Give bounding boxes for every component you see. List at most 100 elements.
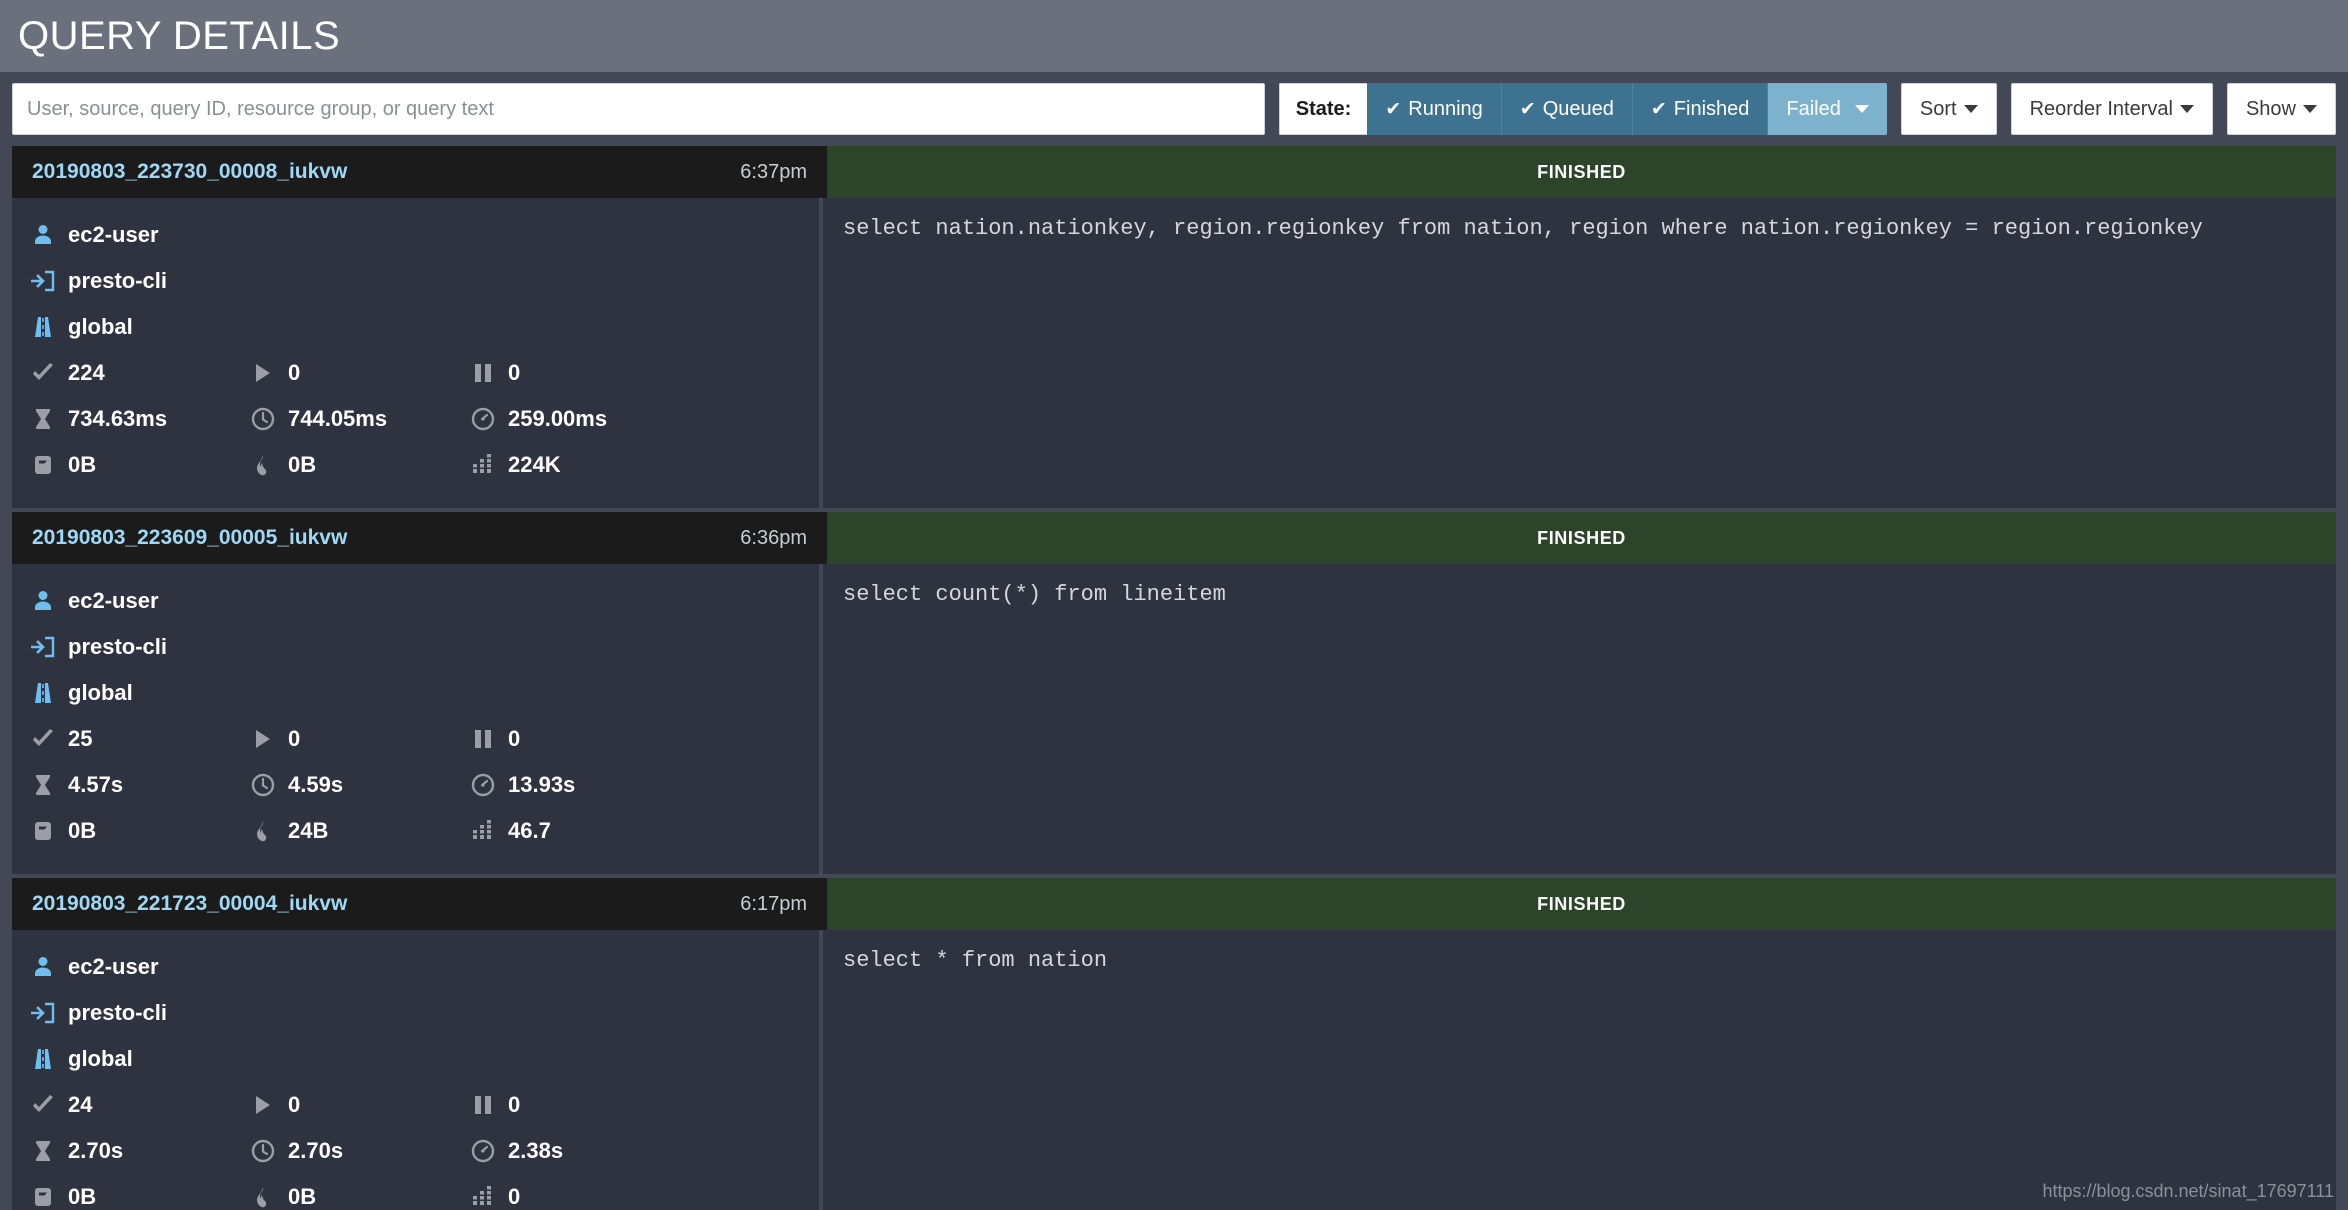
wall-time-value: 2.70s [68,1138,124,1163]
sign-in-icon [30,634,56,660]
rows-value: 224K [508,452,561,477]
query-timestamp: 6:17pm [740,892,807,915]
reorder-interval-menu-button[interactable]: Reorder Interval [2010,83,2213,135]
query-info-panel: ec2-user presto-cli global [12,564,823,874]
wall-time-cell: 734.63ms [30,406,250,432]
current-memory-cell: 0B [30,452,250,478]
query-splits-row: 224 0 0 [30,350,819,396]
current-memory-value: 0B [68,1184,97,1209]
query-user-row: ec2-user [30,578,819,624]
completed-splits-cell: 25 [30,726,250,752]
query-sql-text: select count(*) from lineitem [823,564,2336,874]
scale-icon [30,1184,56,1210]
tachometer-icon [470,406,496,432]
check-icon [30,726,56,752]
query-card-body: ec2-user presto-cli global [12,198,2336,508]
signal-bars-icon [470,818,496,844]
state-filter-finished-label: Finished [1673,97,1750,120]
wall-time-cell: 2.70s [30,1138,250,1164]
sort-menu-button[interactable]: Sort [1900,83,1997,135]
state-filter-queued[interactable]: ✔ Queued [1501,83,1633,135]
queued-splits-cell: 0 [470,1092,690,1118]
check-icon: ✔ [1519,98,1536,120]
query-splits-row: 25 0 0 [30,716,819,762]
query-status-badge: FINISHED [827,146,2336,198]
query-id-link[interactable]: 20190803_223609_00005_iukvw [32,526,347,550]
query-id-link[interactable]: 20190803_221723_00004_iukvw [32,892,347,916]
cumulative-memory-value: 24B [288,818,329,843]
query-card-body: ec2-user presto-cli global [12,564,2336,874]
query-timestamp: 6:37pm [740,160,807,183]
cumulative-memory-cell: 0B [250,1184,470,1210]
query-info-panel: ec2-user presto-cli global [12,198,823,508]
state-filter-failed[interactable]: Failed [1768,83,1887,135]
current-memory-cell: 0B [30,818,250,844]
user-icon [30,222,56,248]
rows-value: 46.7 [508,818,551,843]
chevron-down-icon [2179,105,2194,113]
state-filter-running-label: Running [1408,97,1483,120]
check-icon: ✔ [1385,98,1402,120]
query-source-value: presto-cli [68,1000,168,1025]
wall-time-value: 4.57s [68,772,124,797]
query-sql-text: select nation.nationkey, region.regionke… [823,198,2336,508]
wall-time-cell: 4.57s [30,772,250,798]
query-resource-group-value: global [68,1046,133,1071]
chevron-down-icon [2303,105,2317,113]
elapsed-time-value: 259.00ms [508,406,608,431]
chevron-down-icon [1854,105,1869,113]
pause-icon [470,360,496,386]
query-resource-group-row: global [30,670,819,716]
fire-icon [250,1184,276,1210]
road-icon [30,680,56,706]
cumulative-memory-cell: 24B [250,818,470,844]
query-memory-row: 0B 0B 224K [30,442,819,488]
running-splits-cell: 0 [250,360,470,386]
elapsed-time-cell: 2.38s [470,1138,690,1164]
cpu-time-cell: 744.05ms [250,406,470,432]
query-resource-group-row: global [30,304,819,350]
query-times-row: 734.63ms 744.05ms 259.00ms [30,396,819,442]
signal-bars-icon [470,452,496,478]
query-times-row: 2.70s 2.70s 2.38s [30,1128,819,1174]
toolbar: State: ✔ Running ✔ Queued ✔ Finished Fai… [0,72,2348,146]
check-icon [30,1092,56,1118]
search-wrapper [12,83,1279,135]
chevron-down-icon [1963,105,1978,113]
query-source-row: presto-cli [30,258,819,304]
sign-in-icon [30,268,56,294]
state-filter-running[interactable]: ✔ Running [1367,83,1502,135]
rows-cell: 0 [470,1184,690,1210]
sort-menu-label: Sort [1919,97,1957,120]
running-splits-cell: 0 [250,726,470,752]
road-icon [30,1046,56,1072]
cpu-time-value: 2.70s [288,1138,344,1163]
query-source-row: presto-cli [30,624,819,670]
state-filter-label: State: [1278,83,1368,135]
running-splits-value: 0 [288,360,301,385]
query-user-value: ec2-user [68,954,159,979]
show-menu-button[interactable]: Show [2226,83,2336,135]
query-id-link[interactable]: 20190803_223730_00008_iukvw [32,160,347,184]
running-splits-value: 0 [288,726,301,751]
play-icon [250,726,276,752]
elapsed-time-cell: 13.93s [470,772,690,798]
rows-cell: 46.7 [470,818,690,844]
query-card-header: 20190803_223609_00005_iukvw 6:36pm FINIS… [12,512,2336,564]
query-list: 20190803_223730_00008_iukvw 6:37pm FINIS… [0,146,2348,1210]
elapsed-time-value: 2.38s [508,1138,564,1163]
completed-splits-cell: 224 [30,360,250,386]
user-icon [30,954,56,980]
cumulative-memory-value: 0B [288,452,317,477]
scale-icon [30,452,56,478]
cumulative-memory-cell: 0B [250,452,470,478]
query-card-header-left: 20190803_223730_00008_iukvw 6:37pm [12,146,823,198]
query-info-panel: ec2-user presto-cli global [12,930,823,1210]
query-sql-text: select * from nation [823,930,2336,1210]
query-timestamp: 6:36pm [740,526,807,549]
search-input[interactable] [12,83,1265,135]
queued-splits-cell: 0 [470,360,690,386]
scale-icon [30,818,56,844]
query-card: 20190803_223609_00005_iukvw 6:36pm FINIS… [12,512,2336,874]
state-filter-finished[interactable]: ✔ Finished [1632,83,1769,135]
